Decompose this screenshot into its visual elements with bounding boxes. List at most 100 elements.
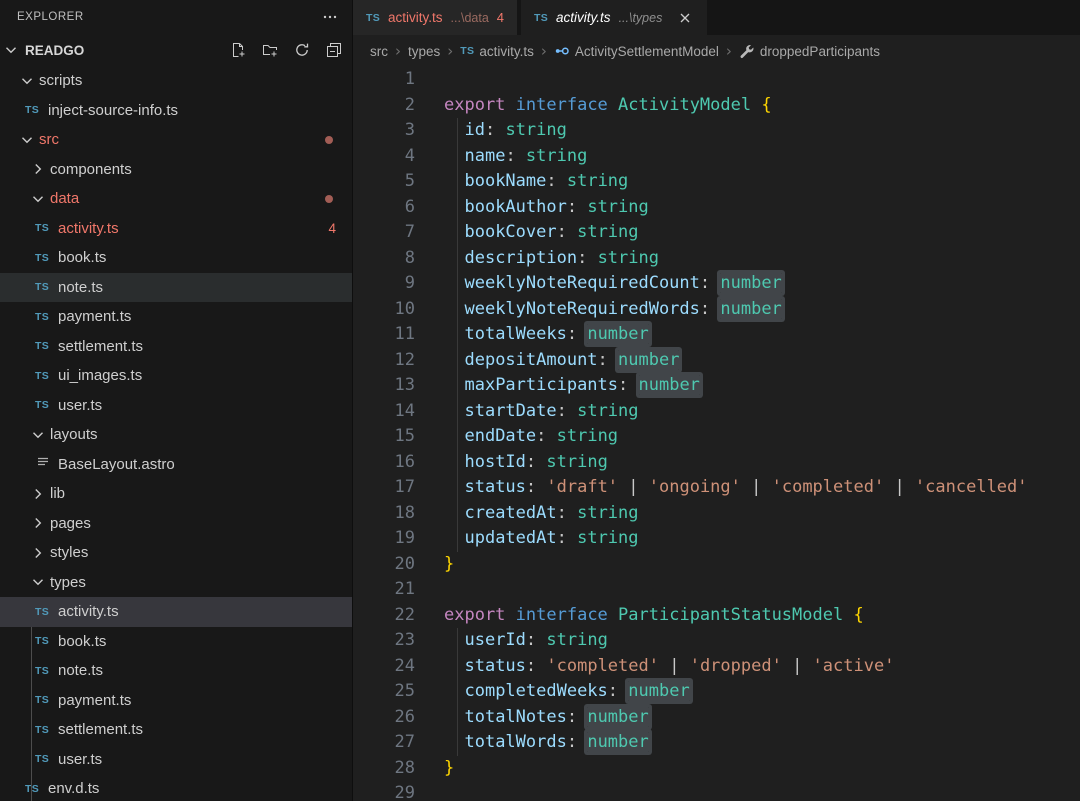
line-number: 2 — [404, 94, 415, 115]
code-line: 9 weeklyNoteRequiredCount: number — [353, 271, 1080, 297]
tree-item-label: payment.ts — [58, 691, 132, 709]
code-line: 7 bookCover: string — [353, 220, 1080, 246]
typescript-file-icon: TS — [35, 369, 50, 382]
breadcrumb-label: activity.ts — [479, 43, 534, 59]
code-text: description: string — [464, 247, 659, 268]
tree-item-label: settlement.ts — [58, 337, 144, 355]
typescript-file-icon: TS — [35, 340, 50, 353]
line-number: 8 — [404, 247, 415, 268]
tree-file-activity.ts[interactable]: TS activity.ts — [0, 597, 352, 627]
section-actions — [230, 42, 342, 58]
tree-file-settlement.ts[interactable]: TS settlement.ts — [0, 715, 352, 745]
collapse-all-button[interactable] — [326, 42, 342, 58]
tree-file-inject-source-info.ts[interactable]: TS inject-source-info.ts — [0, 96, 352, 126]
tree-folder-data[interactable]: data — [0, 184, 352, 214]
line-number: 4 — [404, 145, 415, 166]
line-number: 14 — [394, 400, 415, 421]
line-number: 13 — [394, 375, 415, 395]
refresh-button[interactable] — [294, 42, 310, 58]
code-line: 28} — [353, 756, 1080, 782]
code-text: export interface ParticipantStatusModel … — [444, 604, 864, 625]
explorer-section-readgo[interactable]: READGO — [0, 34, 352, 66]
tree-file-ui_images.ts[interactable]: TS ui_images.ts — [0, 361, 352, 391]
tree-folder-scripts[interactable]: scripts — [0, 66, 352, 96]
line-number: 9 — [404, 273, 415, 293]
tree-file-payment.ts[interactable]: TS payment.ts — [0, 686, 352, 716]
tree-file-env.d.ts[interactable]: TS env.d.ts — [0, 774, 352, 801]
code-line: 10 weeklyNoteRequiredWords: number — [353, 297, 1080, 323]
typescript-file-icon: TS — [25, 104, 40, 117]
line-number: 19 — [394, 528, 415, 548]
code-text: export interface ActivityModel { — [444, 94, 772, 115]
breadcrumb: src › types › TS activity.ts › ActivitySettleme… — [353, 35, 1080, 67]
code-line: 25 completedWeeks: number — [353, 679, 1080, 705]
chevron-right-icon — [30, 486, 46, 502]
breadcrumb-item-droppedParticipants[interactable]: droppedParticipants — [739, 43, 880, 59]
tab-activity.ts-types[interactable]: TS activity.ts ...\types — [521, 0, 708, 35]
symbol-property-wrench-icon — [739, 43, 755, 59]
code-line: 29 — [353, 781, 1080, 801]
chevron-down-icon — [30, 191, 46, 207]
tree-folder-src[interactable]: src — [0, 125, 352, 155]
line-number: 27 — [394, 732, 415, 752]
code-text: bookAuthor: string — [464, 196, 649, 217]
tree-folder-components[interactable]: components — [0, 155, 352, 185]
code-line: 22 export interface ParticipantStatusMode… — [353, 603, 1080, 629]
breadcrumb-item-types[interactable]: types — [408, 44, 440, 59]
tree-file-payment.ts[interactable]: TS payment.ts — [0, 302, 352, 332]
breadcrumb-label: types — [408, 43, 441, 59]
new-file-button[interactable] — [230, 42, 246, 58]
tree-file-BaseLayout.astro[interactable]: BaseLayout.astro — [0, 450, 352, 480]
editor-surface[interactable]: 1 2 export interface ActivityModel {3 id: … — [353, 67, 1080, 801]
breadcrumb-separator: › — [540, 42, 547, 60]
line-number: 26 — [394, 706, 415, 727]
line-number: 11 — [394, 324, 415, 344]
code-line: 20} — [353, 552, 1080, 578]
tree-file-note.ts[interactable]: TS note.ts — [0, 272, 352, 302]
tree-folder-layouts[interactable]: layouts — [0, 420, 352, 450]
code-text: userId: string — [464, 630, 608, 650]
line-number: 23 — [394, 630, 415, 650]
tree-folder-styles[interactable]: styles — [0, 538, 352, 568]
tab-activity.ts-data[interactable]: TS activity.ts ...\data 4 — [353, 0, 518, 35]
breadcrumb-item-src[interactable]: src — [370, 44, 388, 59]
tree-item-label: data — [50, 190, 80, 208]
tree-folder-types[interactable]: types — [0, 568, 352, 598]
vscode-window: EXPLORER READGO scripts TS inject-source-i… — [0, 0, 1080, 801]
more-actions-icon[interactable] — [322, 9, 338, 25]
code-text: totalNotes: number — [464, 706, 649, 727]
code-text: } — [444, 553, 455, 574]
line-number: 6 — [404, 196, 415, 217]
code-line: 16 hostId: string — [353, 450, 1080, 476]
tree-file-activity.ts[interactable]: TS activity.ts 4 — [0, 214, 352, 244]
tree-file-settlement.ts[interactable]: TS settlement.ts — [0, 332, 352, 362]
breadcrumb-label: droppedParticipants — [759, 43, 880, 59]
tree-item-label: inject-source-info.ts — [48, 101, 179, 119]
tree-file-book.ts[interactable]: TS book.ts — [0, 243, 352, 273]
new-folder-button[interactable] — [262, 42, 278, 58]
breadcrumb-item-ActivitySettlementModel[interactable]: ActivitySettlementModel — [554, 43, 719, 59]
editor-indent-guide — [457, 628, 458, 756]
breadcrumb-separator: › — [725, 42, 732, 60]
code-line: 4 name: string — [353, 144, 1080, 170]
close-icon[interactable] — [676, 9, 694, 27]
line-number: 18 — [394, 502, 415, 523]
code-line: 6 bookAuthor: string — [353, 195, 1080, 221]
typescript-file-icon: TS — [35, 723, 50, 736]
code-text: status: 'draft' | 'ongoing' | 'completed… — [464, 477, 1028, 497]
tree-file-book.ts[interactable]: TS book.ts — [0, 627, 352, 657]
tree-folder-pages[interactable]: pages — [0, 509, 352, 539]
line-number: 21 — [394, 579, 415, 599]
chevron-down-icon — [30, 574, 46, 590]
breadcrumb-item-activity.ts[interactable]: TS activity.ts — [460, 44, 534, 59]
tree-file-user.ts[interactable]: TS user.ts — [0, 391, 352, 421]
code-line: 18 createdAt: string — [353, 501, 1080, 527]
code-line: 15 endDate: string — [353, 424, 1080, 450]
code-line: 14 startDate: string — [353, 399, 1080, 425]
file-tree: scripts TS inject-source-info.ts src compone… — [0, 66, 352, 801]
editor-group: TS activity.ts ...\data 4 TS activity.ts ...\t… — [353, 0, 1080, 801]
breadcrumb-separator: › — [447, 42, 454, 60]
tree-file-user.ts[interactable]: TS user.ts — [0, 745, 352, 775]
tree-folder-lib[interactable]: lib — [0, 479, 352, 509]
tree-file-note.ts[interactable]: TS note.ts — [0, 656, 352, 686]
